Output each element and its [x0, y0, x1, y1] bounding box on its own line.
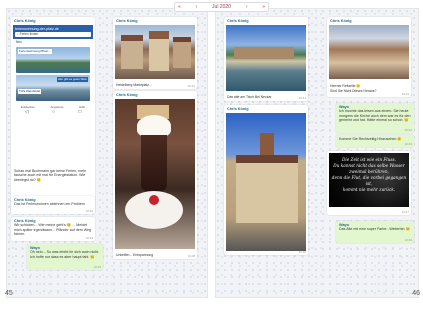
photo-caption: Unkelfen... Entspannung	[116, 252, 154, 257]
message-time: 10:41	[401, 91, 409, 96]
home-icon: ○	[51, 108, 55, 115]
building-shape	[173, 37, 191, 68]
river-town-photo[interactable]	[226, 25, 306, 91]
listing-badge: Hier gibt es guten Wein	[56, 77, 88, 82]
message-time: 10:32	[85, 208, 93, 213]
message-time: 13:47	[401, 209, 409, 214]
message-photo-bubble[interactable]: Chris König Unkelfen... Entspannung 11:0…	[113, 91, 197, 259]
message-time: 10:42	[404, 127, 412, 132]
prev-page-button[interactable]: ‹	[196, 4, 198, 10]
quote-line: kommt nie mehr zurück.	[342, 187, 396, 192]
page-number: 45	[5, 290, 13, 297]
url-text: ferienwohnung-der-pfalz.de	[15, 27, 59, 31]
photo-caption: Herrner Reitzeile 😊 Sind Sie Nicht Diese…	[330, 84, 377, 93]
message-time: 10:33	[85, 235, 93, 240]
listing-title-2: TOS Weinbüdel	[18, 89, 42, 94]
month-navigation: « ‹ Jul 2020 › »	[174, 2, 269, 12]
left-page: Chris König ferienwohnung-der-pfalz.de ⌕…	[5, 8, 208, 298]
right-page: Chris König Das alte am Tisch Bei Neckar…	[215, 8, 420, 298]
clock-tower-shape	[260, 133, 274, 155]
glass-shape	[141, 135, 167, 191]
message-text: Wir schicken... Wie meine geht's 😊 ... M…	[14, 223, 92, 237]
message-photo-bubble[interactable]: Chris König Das alte am Tisch Bei Neckar…	[224, 17, 308, 101]
sender-name: Chris König	[116, 19, 138, 23]
message-text: Komme Sie Rechtzeitig Hinzusehen 🌞	[339, 137, 402, 141]
half-timbered-houses-photo[interactable]	[329, 25, 409, 79]
message-photo-bubble[interactable]: Chris König Herrner Reitzeile 😊 Sind Sie…	[327, 17, 411, 97]
message-time: 10:34	[93, 264, 101, 269]
app-title: Ferien finden	[19, 32, 39, 37]
town-square-photo[interactable]	[115, 25, 195, 79]
message-photo-bubble[interactable]: Chris König Heidelberg Marktplatz... 10:…	[113, 17, 197, 89]
sender-name: Chris König	[116, 93, 138, 97]
photo-caption: Heidelberg Marktplatz...	[116, 82, 152, 87]
message-text: Das ist Ferienwohnen ablehnen ein Proble…	[14, 202, 85, 207]
phone-screenshot-image: ferienwohnung-der-pfalz.de ⌕ Ferien find…	[13, 25, 93, 165]
message-time: 10:43	[404, 141, 412, 146]
month-label[interactable]: Jul 2020	[212, 4, 231, 10]
message-reply-bubble[interactable]: Wayo Das Alte mit eine super Farbe...Wei…	[336, 221, 414, 243]
android-nav-bar: ◁ ○ □	[13, 108, 93, 115]
quote-image: Die Zeit ist wie ein Fluss. Du kannst ni…	[329, 153, 409, 207]
message-time: 13:49	[404, 237, 412, 242]
building-shape	[236, 155, 298, 223]
message-text-bubble[interactable]: Chris König Das ist Ferienwohnen ablehne…	[11, 196, 95, 214]
sender-name: Chris König	[227, 107, 249, 111]
quote-line: denn die Flut, die vorbei gegangen ist,	[331, 175, 407, 186]
houses-shape	[234, 47, 294, 59]
cherry-shape	[149, 195, 159, 205]
listing-card-2: TOS Weinbüdel Hier gibt es guten Wein	[16, 75, 90, 102]
message-reply-bubble[interactable]: Komme Sie Rechtzeitig Hinzusehen 🌞 10:43	[336, 135, 414, 147]
message-text: Ich mochte das leisen aus einem. Sie heu…	[339, 109, 411, 123]
sender-name: Chris König	[14, 19, 36, 23]
message-quote-image[interactable]: Die Zeit ist wie ein Fluss. Du kannst ni…	[327, 151, 411, 215]
message-photo-bubble[interactable]: Chris König 11:10	[224, 105, 308, 255]
page-number: 46	[412, 290, 420, 297]
message-phone-screenshot[interactable]: Chris König ferienwohnung-der-pfalz.de ⌕…	[11, 17, 95, 213]
app-header: ferienwohnung-der-pfalz.de ⌕ Ferien find…	[13, 25, 93, 39]
back-icon: ◁	[24, 108, 29, 115]
listing-card-1: Ferienwohnung Rhein...	[16, 47, 90, 74]
photo-caption: Das alte am Tisch Bei Neckar	[227, 94, 272, 99]
listing-title-1: Ferienwohnung Rhein...	[18, 49, 52, 54]
message-time: 10:41	[187, 83, 195, 88]
message-reply-bubble[interactable]: Wayo Oh nein... So was erlebt ihr sich a…	[27, 244, 103, 270]
message-time: 11:10	[298, 249, 306, 254]
building-shape	[121, 35, 143, 69]
section-label: Neu	[16, 40, 22, 44]
sender-name: Chris König	[227, 19, 249, 23]
next-page-button[interactable]: ›	[246, 4, 248, 10]
sender-name: Chris König	[330, 19, 352, 23]
recents-icon: □	[78, 108, 82, 115]
message-reply-bubble[interactable]: Wayo Ich mochte das leisen aus einem. Si…	[336, 103, 414, 133]
message-time: 11:08	[187, 253, 195, 258]
ice-coffee-photo[interactable]	[115, 99, 195, 249]
whipped-cream-shape	[137, 115, 171, 137]
last-page-button[interactable]: »	[262, 4, 265, 10]
first-page-button[interactable]: «	[178, 4, 181, 10]
message-text: Das Alte mit eine super Farbe...Weiterhi…	[339, 227, 410, 232]
search-field: ⌕ Ferien finden	[15, 32, 91, 38]
message-text-bubble[interactable]: Chris König Wir schicken... Wie meine ge…	[11, 217, 95, 241]
building-shape	[149, 31, 169, 71]
message-text: Oh nein... So was erlebt ihr sich auch n…	[30, 250, 100, 259]
message-time: 10:41	[298, 95, 306, 100]
town-hall-photo[interactable]	[226, 113, 306, 251]
